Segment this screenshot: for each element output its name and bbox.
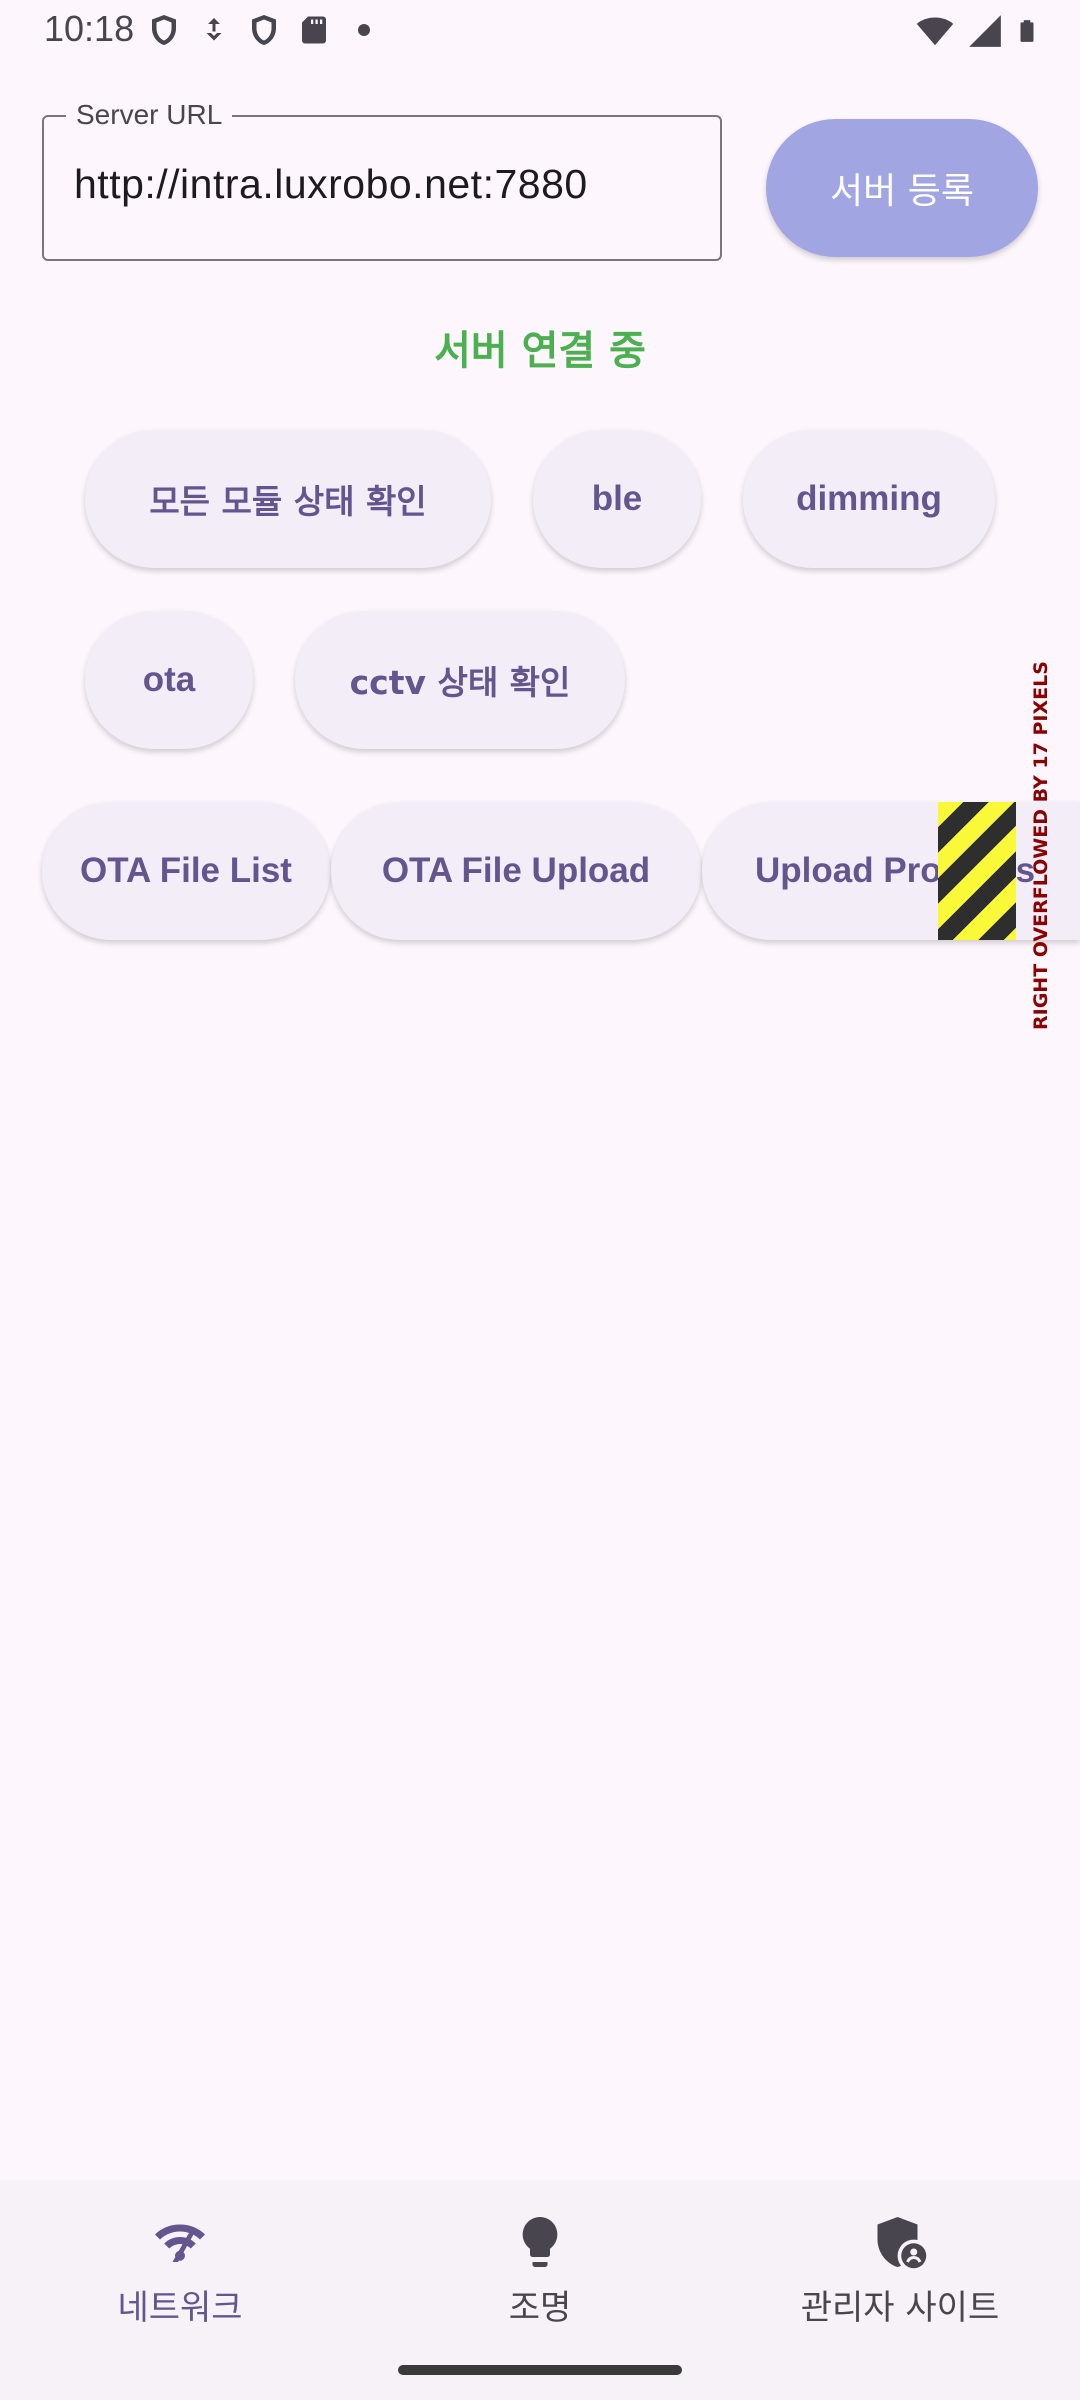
check-all-modules-button[interactable]: 모든 모듈 상태 확인 [85, 430, 491, 568]
upload-progress-button[interactable]: Upload Progress [702, 802, 1080, 940]
battery-icon [1020, 20, 1034, 42]
ota-button[interactable]: ota [85, 611, 253, 749]
status-bar: 10:18 [0, 0, 1080, 62]
server-url-field[interactable]: Server URL http://intra.luxrobo.net:7880 [42, 99, 722, 261]
signal-icon [969, 15, 1001, 47]
server-url-label: Server URL [66, 99, 233, 131]
admin-shield-icon [870, 2212, 930, 2272]
sd-card-icon [302, 16, 326, 44]
shield-icon [252, 15, 276, 45]
nav-item-admin[interactable]: 관리자 사이트 [720, 2180, 1080, 2360]
overflow-indicator [938, 802, 1016, 940]
server-url-input[interactable]: http://intra.luxrobo.net:7880 [74, 161, 588, 208]
status-icons-left [146, 12, 382, 48]
network-icon [150, 2212, 210, 2272]
status-icons-right [914, 12, 1040, 50]
nav-label-network: 네트워크 [117, 2287, 243, 2328]
nav-label-admin: 관리자 사이트 [800, 2287, 1000, 2328]
nav-item-lighting[interactable]: 조명 [360, 2180, 720, 2360]
dot-icon [358, 24, 370, 36]
nav-item-network[interactable]: 네트워크 [0, 2180, 360, 2360]
cctv-status-button[interactable]: cctv 상태 확인 [295, 611, 625, 749]
wifi-icon [916, 17, 954, 46]
ble-button[interactable]: ble [533, 430, 701, 568]
register-server-button[interactable]: 서버 등록 [766, 119, 1038, 257]
home-indicator[interactable] [398, 2365, 682, 2375]
dimming-button[interactable]: dimming [743, 430, 995, 568]
overflow-warning-text: RIGHT OVERFLOWED BY 17 PIXELS [1030, 661, 1052, 1030]
ota-file-upload-button[interactable]: OTA File Upload [331, 802, 701, 940]
ota-file-list-button[interactable]: OTA File List [42, 802, 330, 940]
nav-label-lighting: 조명 [508, 2287, 572, 2328]
connection-status: 서버 연결 중 [434, 328, 646, 374]
status-time: 10:18 [44, 8, 135, 49]
download-icon [206, 18, 222, 41]
lightbulb-icon [510, 2212, 570, 2272]
shield-icon [152, 15, 176, 45]
